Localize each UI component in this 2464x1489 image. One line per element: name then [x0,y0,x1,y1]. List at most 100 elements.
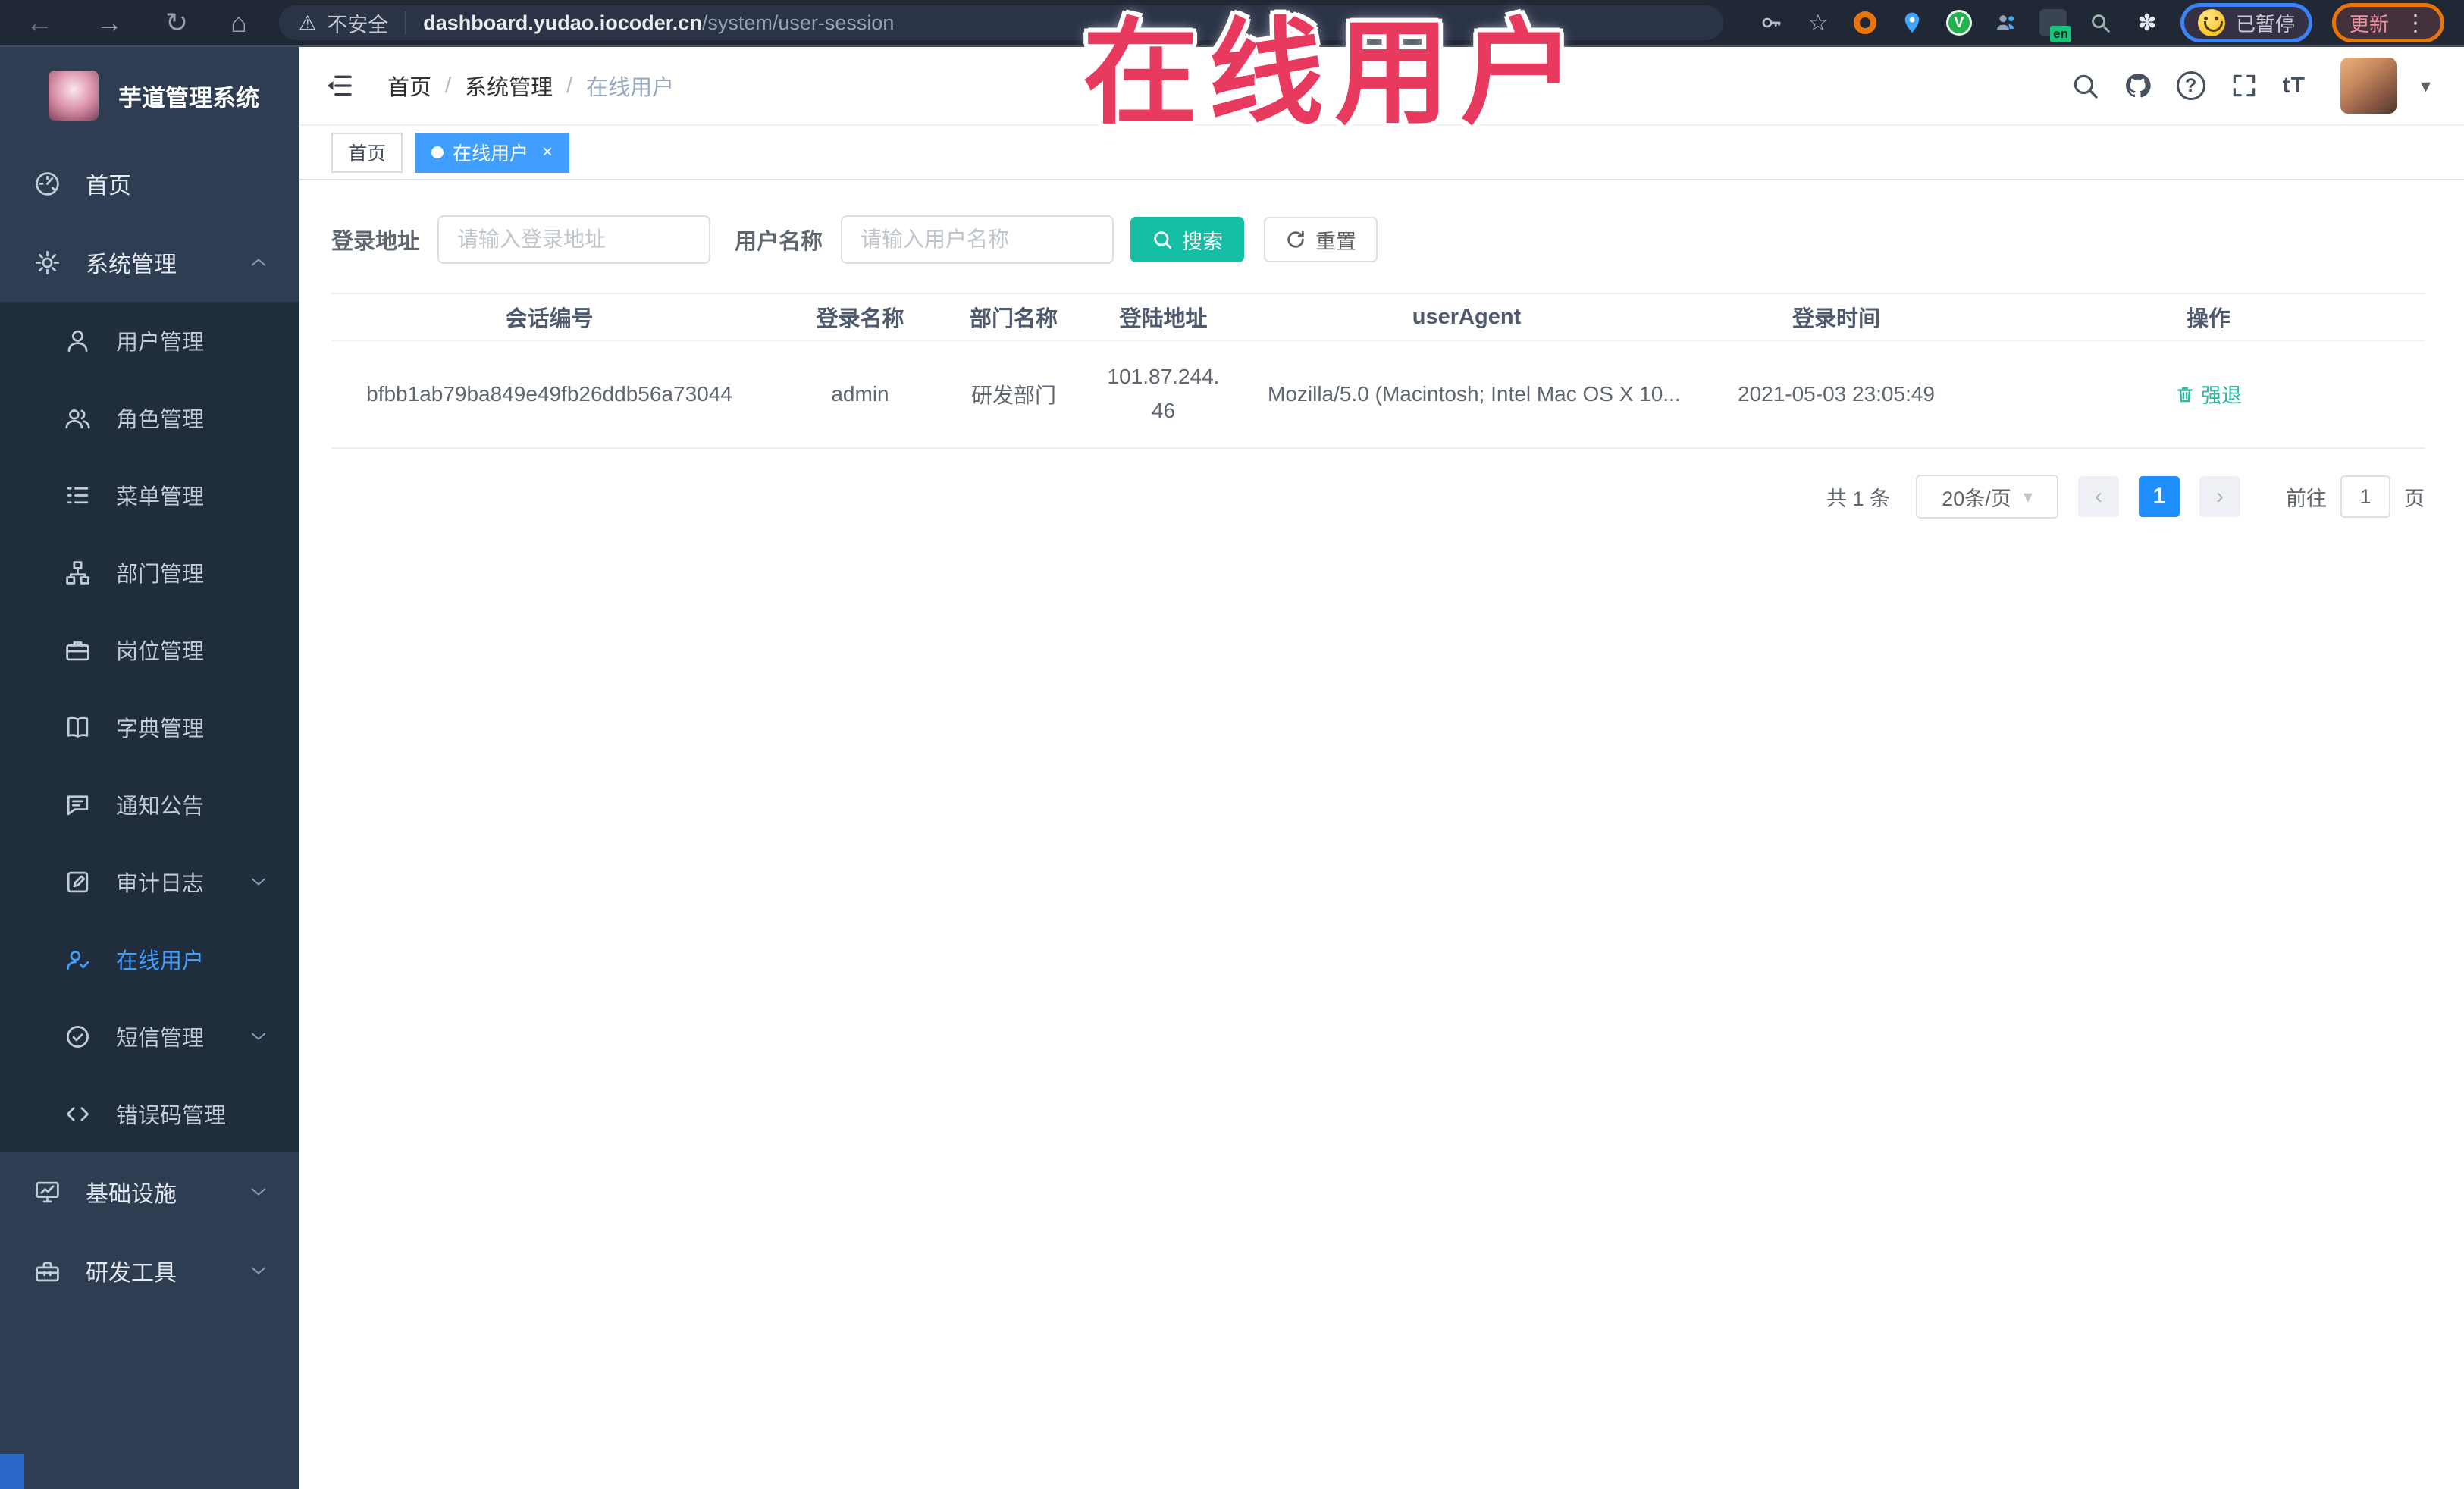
address-filter-label: 登录地址 [331,230,420,254]
not-secure-label[interactable]: 不安全 [327,8,388,38]
breadcrumb-current: 在线用户 [586,76,675,100]
browser-menu-icon[interactable]: ⋮ [2404,10,2427,36]
reset-button[interactable]: 重置 [1264,217,1378,262]
check-circle-icon [67,1025,89,1048]
avatar-caret-icon[interactable]: ▾ [2421,74,2431,98]
extensions-pinwheel-icon[interactable]: ✽ [2133,9,2161,36]
goto-page-input[interactable] [2340,475,2390,518]
sidebar-item-system[interactable]: 系统管理 [0,223,299,302]
cell-session-id: bfbb1ab79ba849e49fb26ddb56a73044 [331,340,767,449]
dictionary-icon [67,716,89,738]
cell-ip: 101.87.244.46 [1074,340,1252,449]
extension-orange-icon[interactable] [1851,9,1879,36]
sidebar-item-audit-log[interactable]: 审计日志 [0,843,299,920]
announcement-icon [67,795,89,815]
url-host[interactable]: dashboard.yudao.iocoder.cn [423,11,702,35]
cell-actions: 强退 [1992,340,2425,449]
header-actions: ? tT ▾ [2071,58,2464,114]
sidebar-scroll-indicator [0,1454,24,1489]
table-header-row: 会话编号 登录名称 部门名称 登陆地址 userAgent 登录时间 操作 [331,293,2425,341]
extension-translate-icon[interactable]: en [2039,9,2071,42]
infrastructure-icon [36,1181,59,1202]
gear-icon [35,250,60,274]
sidebar-item-home[interactable]: 首页 [0,144,299,223]
chevron-down-icon [251,1188,266,1196]
chrome-update-button[interactable]: 更新 ⋮ [2331,3,2444,42]
org-tree-icon [66,560,89,585]
menu-list-icon [67,487,89,503]
app-logo [49,71,99,121]
extension-people-icon[interactable] [1992,9,2020,36]
username-input[interactable] [841,215,1114,264]
sidebar-item-menu-mgmt[interactable]: 菜单管理 [0,456,299,534]
tag-home[interactable]: 首页 [331,132,403,173]
prev-page-button[interactable]: ‹ [2078,476,2119,517]
audit-log-icon [67,871,89,892]
chevron-down-icon [251,1033,266,1040]
extension-search-icon[interactable] [2086,9,2114,36]
active-tag-dot [431,146,444,158]
sidebar-item-online-users[interactable]: 在线用户 [0,920,299,998]
sidebar-item-role-mgmt[interactable]: 角色管理 [0,379,299,456]
bookmark-star-icon[interactable]: ☆ [1804,9,1832,36]
force-logout-button[interactable]: 强退 [2175,379,2242,409]
sidebar-item-dev-tools[interactable]: 研发工具 [0,1231,299,1310]
page-size-select[interactable]: 20条/页 ▾ [1916,475,2058,519]
tag-online-users[interactable]: 在线用户 × [415,132,570,173]
font-size-icon[interactable]: tT [2283,73,2306,99]
key-icon[interactable] [1757,9,1785,36]
url-path: /system/user-session [701,11,895,34]
breadcrumb: 首页 / 系统管理 / 在线用户 [387,70,674,102]
app-logo-row[interactable]: 芋道管理系统 [0,47,299,144]
users-icon [65,409,90,428]
app-title: 芋道管理系统 [118,84,259,111]
chevron-down-icon [251,1267,266,1274]
sidebar-item-post-mgmt[interactable]: 岗位管理 [0,611,299,688]
col-ip: 登陆地址 [1074,293,1252,341]
dashboard-icon [36,171,59,196]
sidebar-item-infrastructure[interactable]: 基础设施 [0,1152,299,1231]
search-icon [1154,231,1171,249]
sidebar-item-dict-mgmt[interactable]: 字典管理 [0,688,299,766]
close-icon[interactable]: × [542,142,553,163]
address-bar[interactable]: ⚠ 不安全 dashboard.yudao.iocoder.cn/system/… [278,5,1723,40]
page-1-button[interactable]: 1 [2139,476,2180,517]
col-user-agent: userAgent [1252,293,1681,341]
next-page-button[interactable]: › [2199,476,2240,517]
refresh-icon [1287,230,1304,248]
app-header: 首页 / 系统管理 / 在线用户 ? tT ▾ [299,47,2464,124]
sidebar-fold-icon[interactable] [322,71,356,101]
table-row: bfbb1ab79ba849e49fb26ddb56a73044 admin 研… [331,340,2425,449]
extension-pin-icon[interactable] [1898,9,1926,36]
sidebar-item-notice[interactable]: 通知公告 [0,766,299,843]
sidebar-item-error-code[interactable]: 错误码管理 [0,1075,299,1152]
help-icon[interactable]: ? [2176,71,2205,100]
sidebar-item-dept-mgmt[interactable]: 部门管理 [0,534,299,611]
sidebar-item-user-mgmt[interactable]: 用户管理 [0,302,299,379]
login-address-input[interactable] [437,215,711,264]
cell-username: admin [767,340,953,449]
extension-v-icon[interactable]: V [1945,9,1973,36]
browser-back-icon[interactable]: ← [26,7,53,39]
briefcase-icon [66,641,89,660]
profile-paused-badge[interactable]: 已暂停 [2180,3,2312,42]
browser-chrome: ← → ↻ ⌂ ⚠ 不安全 dashboard.yudao.iocoder.cn… [0,0,2464,47]
online-user-icon [67,950,89,970]
user-avatar[interactable] [2340,58,2397,114]
browser-home-icon[interactable]: ⌂ [230,7,247,39]
search-button[interactable]: 搜索 [1130,217,1245,262]
not-secure-warning-icon: ⚠ [298,11,317,34]
fullscreen-icon[interactable] [2230,71,2259,100]
breadcrumb-system[interactable]: 系统管理 [465,70,553,102]
browser-reload-icon[interactable]: ↻ [165,7,188,39]
browser-forward-icon[interactable]: → [96,7,123,39]
sidebar-item-sms-mgmt[interactable]: 短信管理 [0,998,299,1075]
chevron-down-icon [251,878,266,886]
github-icon[interactable] [2124,71,2152,100]
breadcrumb-home[interactable]: 首页 [387,70,431,102]
code-icon [67,1106,89,1121]
search-icon[interactable] [2071,71,2099,100]
address-divider [405,11,407,34]
profile-emoji-icon [2197,9,2225,36]
sidebar-menu: 首页 系统管理 用户管理 角色管理 菜单管理 部门管理 岗位管理 字典管理 通知… [0,144,299,1310]
